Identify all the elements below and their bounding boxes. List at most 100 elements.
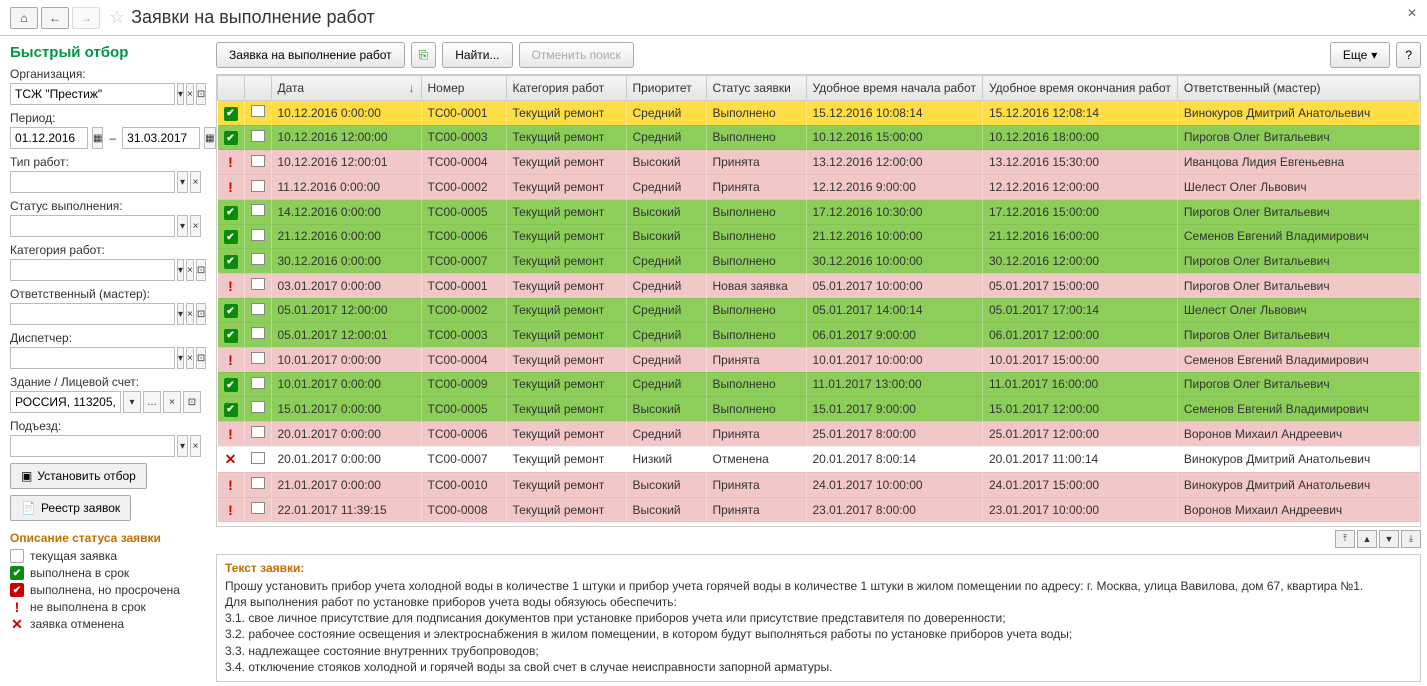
apply-filter-label: Установить отбор <box>37 469 135 483</box>
registry-button[interactable]: 📄Реестр заявок <box>10 495 131 521</box>
cell-category: Текущий ремонт <box>506 175 626 200</box>
cancel-search-button[interactable]: Отменить поиск <box>519 42 634 68</box>
building-ellipsis[interactable]: … <box>143 391 161 413</box>
nav-down[interactable]: ▼ <box>1379 530 1399 548</box>
nav-top[interactable]: ⤒ <box>1335 530 1355 548</box>
document-row-icon <box>251 180 265 192</box>
period-to-input[interactable] <box>122 127 200 149</box>
apply-filter-button[interactable]: ▣Установить отбор <box>10 463 147 489</box>
work-type-input[interactable] <box>10 171 175 193</box>
category-open[interactable]: ⊡ <box>196 259 206 281</box>
find-button[interactable]: Найти... <box>442 42 512 68</box>
col-date[interactable]: Дата↓ <box>271 76 421 101</box>
document-row-icon <box>251 278 265 290</box>
org-input[interactable] <box>10 83 175 105</box>
entrance-dropdown[interactable]: ▾ <box>177 435 188 457</box>
calendar-from-icon[interactable]: ▦ <box>92 127 103 149</box>
cell-priority: Средний <box>626 175 706 200</box>
table-row[interactable]: ✔30.12.2016 0:00:00ТС00-0007Текущий ремо… <box>218 249 1420 274</box>
responsible-clear[interactable]: × <box>186 303 194 325</box>
cell-end: 20.01.2017 11:00:14 <box>982 446 1177 472</box>
col-doc-icon[interactable] <box>244 76 271 101</box>
exclaim-icon: ! <box>228 477 233 493</box>
cell-number: ТС00-0003 <box>421 125 506 150</box>
category-input[interactable] <box>10 259 175 281</box>
table-row[interactable]: ✔05.01.2017 12:00:00ТС00-0002Текущий рем… <box>218 298 1420 323</box>
building-clear[interactable]: × <box>163 391 181 413</box>
category-clear[interactable]: × <box>186 259 194 281</box>
cell-priority: Средний <box>626 347 706 372</box>
table-row[interactable]: !03.01.2017 0:00:00ТС00-0001Текущий ремо… <box>218 273 1420 298</box>
col-number[interactable]: Номер <box>421 76 506 101</box>
col-category[interactable]: Категория работ <box>506 76 626 101</box>
table-row[interactable]: !10.12.2016 12:00:01ТС00-0004Текущий рем… <box>218 150 1420 175</box>
forward-button[interactable]: → <box>72 7 100 29</box>
cell-number: ТС00-0004 <box>421 347 506 372</box>
cell-end: 17.12.2016 15:00:00 <box>982 200 1177 225</box>
cell-number: ТС00-0004 <box>421 150 506 175</box>
table-row[interactable]: ✔21.12.2016 0:00:00ТС00-0006Текущий ремо… <box>218 224 1420 249</box>
table-row[interactable]: ✕20.01.2017 0:00:00ТС00-0007Текущий ремо… <box>218 446 1420 472</box>
period-from-input[interactable] <box>10 127 88 149</box>
favorite-star-icon[interactable]: ☆ <box>109 7 125 28</box>
table-row[interactable]: ✔15.01.2017 0:00:00ТС00-0005Текущий ремо… <box>218 397 1420 422</box>
document-row-icon <box>251 327 265 339</box>
cell-category: Текущий ремонт <box>506 298 626 323</box>
entrance-input[interactable] <box>10 435 175 457</box>
building-dropdown[interactable]: ▾ <box>123 391 141 413</box>
cell-priority: Высокий <box>626 397 706 422</box>
check-icon: ✔ <box>224 230 238 244</box>
home-button[interactable]: ⌂ <box>10 7 38 29</box>
back-button[interactable]: ← <box>41 7 69 29</box>
table-row[interactable]: ✔10.12.2016 12:00:00ТС00-0003Текущий рем… <box>218 125 1420 150</box>
building-input[interactable] <box>10 391 121 413</box>
status-dropdown[interactable]: ▾ <box>177 215 188 237</box>
table-row[interactable]: ✔10.12.2016 0:00:00ТС00-0001Текущий ремо… <box>218 101 1420 126</box>
dispatcher-input[interactable] <box>10 347 175 369</box>
help-button[interactable]: ? <box>1396 42 1421 68</box>
col-end[interactable]: Удобное время окончания работ <box>982 76 1177 101</box>
cell-status: Принята <box>706 347 806 372</box>
building-open[interactable]: ⊡ <box>183 391 201 413</box>
org-open[interactable]: ⊡ <box>196 83 206 105</box>
org-clear[interactable]: × <box>186 83 194 105</box>
dispatcher-dropdown[interactable]: ▾ <box>177 347 184 369</box>
table-row[interactable]: !10.01.2017 0:00:00ТС00-0004Текущий ремо… <box>218 347 1420 372</box>
create-copy-button[interactable]: ⎘ <box>411 42 437 68</box>
table-row[interactable]: !22.01.2017 11:39:15ТС00-0008Текущий рем… <box>218 497 1420 522</box>
cell-responsible: Воронов Михаил Андреевич <box>1177 497 1419 522</box>
entrance-clear[interactable]: × <box>190 435 201 457</box>
create-request-button[interactable]: Заявка на выполнение работ <box>216 42 405 68</box>
document-row-icon <box>251 426 265 438</box>
work-type-clear[interactable]: × <box>190 171 201 193</box>
responsible-input[interactable] <box>10 303 175 325</box>
col-priority[interactable]: Приоритет <box>626 76 706 101</box>
table-row[interactable]: !11.12.2016 0:00:00ТС00-0002Текущий ремо… <box>218 175 1420 200</box>
responsible-open[interactable]: ⊡ <box>196 303 206 325</box>
table-row[interactable]: !21.01.2017 0:00:00ТС00-0010Текущий ремо… <box>218 472 1420 497</box>
status-clear[interactable]: × <box>190 215 201 237</box>
dispatcher-open[interactable]: ⊡ <box>196 347 206 369</box>
org-dropdown[interactable]: ▾ <box>177 83 184 105</box>
cancel-search-label: Отменить поиск <box>532 48 621 62</box>
work-type-dropdown[interactable]: ▾ <box>177 171 188 193</box>
nav-bottom[interactable]: ⤓ <box>1401 530 1421 548</box>
col-status-icon[interactable] <box>218 76 245 101</box>
cell-date: 20.01.2017 0:00:00 <box>271 446 421 472</box>
status-input[interactable] <box>10 215 175 237</box>
nav-up[interactable]: ▲ <box>1357 530 1377 548</box>
col-responsible[interactable]: Ответственный (мастер) <box>1177 76 1419 101</box>
col-start[interactable]: Удобное время начала работ <box>806 76 982 101</box>
responsible-dropdown[interactable]: ▾ <box>177 303 184 325</box>
table-row[interactable]: ✔05.01.2017 12:00:01ТС00-0003Текущий рем… <box>218 323 1420 348</box>
table-row[interactable]: !20.01.2017 0:00:00ТС00-0006Текущий ремо… <box>218 421 1420 446</box>
col-status[interactable]: Статус заявки <box>706 76 806 101</box>
cell-start: 21.12.2016 10:00:00 <box>806 224 982 249</box>
table-row[interactable]: ✔14.12.2016 0:00:00ТС00-0005Текущий ремо… <box>218 200 1420 225</box>
more-button[interactable]: Еще ▾ <box>1330 42 1390 68</box>
dispatcher-clear[interactable]: × <box>186 347 194 369</box>
category-dropdown[interactable]: ▾ <box>177 259 184 281</box>
close-button[interactable]: ✕ <box>1407 6 1417 20</box>
table-row[interactable]: ✔10.01.2017 0:00:00ТС00-0009Текущий ремо… <box>218 372 1420 397</box>
responsible-label: Ответственный (мастер): <box>10 287 201 301</box>
